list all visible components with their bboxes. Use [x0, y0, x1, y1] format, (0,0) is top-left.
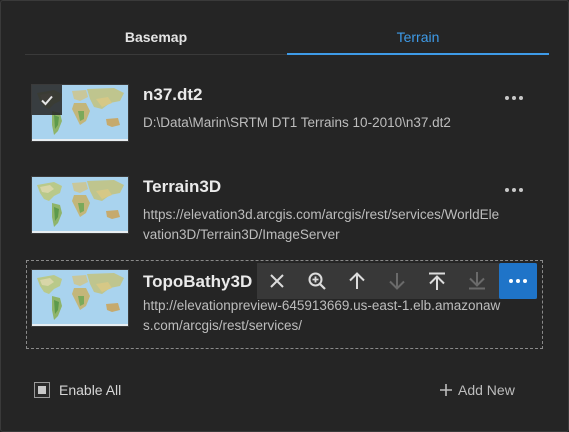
list-item-selected[interactable]: TopoBathy3D http://elevationpreview-6459… [26, 260, 543, 349]
tab-terrain[interactable]: Terrain [287, 21, 549, 55]
more-options-button[interactable] [499, 263, 537, 299]
checkbox-indeterminate [34, 382, 50, 398]
move-bottom-icon [469, 272, 485, 290]
zoom-to-icon [308, 272, 326, 290]
thumbnail-image [31, 176, 129, 234]
item-title: Terrain3D [143, 177, 222, 196]
thumbnail-image [31, 269, 129, 327]
item-title: TopoBathy3D [143, 272, 253, 291]
item-path: D:\Data\Marin\SRTM DT1 Terrains 10-2010\… [143, 115, 451, 130]
list-item[interactable]: Terrain3D https://elevation3d.arcgis.com… [29, 176, 545, 242]
remove-button[interactable] [257, 263, 297, 299]
plus-icon [440, 384, 452, 396]
tab-basemap[interactable]: Basemap [25, 21, 287, 54]
tab-terrain-label: Terrain [396, 29, 440, 45]
item-action-toolbar [257, 263, 537, 299]
checkbox-checked[interactable] [32, 85, 62, 115]
add-new-button[interactable]: Add New [439, 382, 515, 398]
close-icon [270, 274, 284, 288]
move-to-bottom-button[interactable] [457, 263, 497, 299]
move-top-icon [429, 272, 445, 290]
move-to-top-button[interactable] [417, 263, 457, 299]
move-down-icon [389, 273, 405, 290]
enable-all-label: Enable All [59, 382, 122, 398]
move-up-icon [349, 272, 365, 289]
zoom-to-button[interactable] [297, 263, 337, 299]
item-title: n37.dt2 [143, 85, 203, 104]
more-options-button[interactable] [501, 88, 527, 108]
thumbnail-image [31, 84, 129, 142]
item-path: http://elevationpreview-645913669.us-eas… [143, 298, 501, 333]
enable-all-checkbox[interactable]: Enable All [34, 382, 121, 398]
more-icon [505, 188, 523, 192]
item-path: https://elevation3d.arcgis.com/arcgis/re… [143, 207, 500, 242]
more-icon [509, 279, 527, 283]
list-item[interactable]: n37.dt2 D:\Data\Marin\SRTM DT1 Terrains … [29, 84, 545, 144]
more-options-button[interactable] [501, 180, 527, 200]
move-down-button[interactable] [377, 263, 417, 299]
terrain-panel: Basemap Terrain n37.dt2 D:\Data\Marin\SR… [0, 0, 569, 432]
move-up-button[interactable] [337, 263, 377, 299]
tab-bar: Basemap Terrain [25, 21, 549, 55]
more-icon [505, 96, 523, 100]
checkmark-icon [41, 95, 53, 106]
active-tab-indicator [287, 53, 549, 55]
add-new-label: Add New [458, 382, 515, 398]
